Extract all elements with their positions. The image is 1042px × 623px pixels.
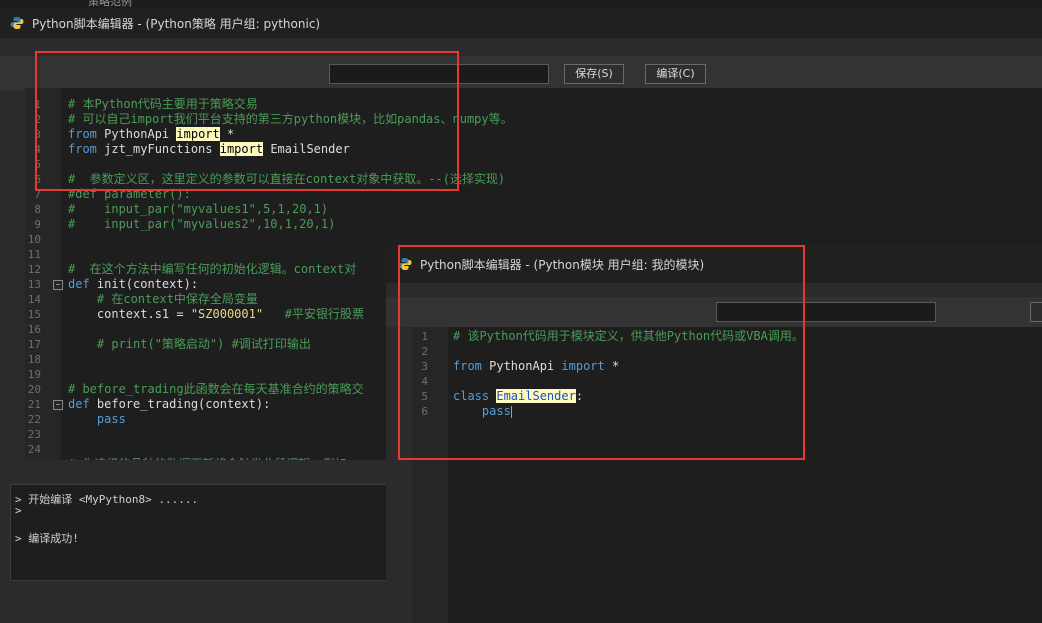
code-token: context.s1 =: [68, 307, 191, 321]
console-line: > 开始编译 <MyPython8> ......: [15, 493, 199, 506]
compile-output-console[interactable]: > 开始编译 <MyPython8> ...... > > 编译成功!: [10, 484, 388, 581]
module-save-button-partial[interactable]: [1030, 302, 1042, 322]
line-number: 20: [27, 383, 41, 396]
line-number: 24: [27, 443, 41, 456]
code-token: # print("策略启动") #调试打印输出: [68, 337, 311, 351]
code-token: pass: [68, 412, 126, 426]
code-token: #平安银行股票: [263, 307, 364, 321]
code-text: # 在这个方法中编写任何的初始化逻辑。context对: [68, 262, 356, 277]
code-text: pass: [68, 412, 126, 427]
annotation-box-module: [398, 245, 805, 460]
code-line: 8 # input_par("myvalues1",5,1,20,1): [25, 202, 1042, 217]
code-text: # print("策略启动") #调试打印输出: [68, 337, 311, 352]
python-icon: [10, 17, 24, 29]
line-number: 10: [27, 233, 41, 246]
line-number: 17: [27, 338, 41, 351]
code-token: before_trading(context):: [89, 397, 271, 411]
line-number: 25: [25, 457, 41, 460]
background-window-strip: 策略范例: [0, 0, 1042, 8]
code-token: # input_par("myvalues2",10,1,20,1): [68, 217, 336, 231]
fold-toggle-icon[interactable]: −: [53, 280, 63, 290]
save-button[interactable]: 保存(S): [564, 64, 624, 84]
code-token: # 你选择的品种的数据更新将会触发此段逻辑，例如: [68, 457, 346, 460]
code-token: def: [68, 397, 90, 411]
code-token: # 在这个方法中编写任何的初始化逻辑。context对: [68, 262, 357, 276]
line-number: 14: [27, 293, 41, 306]
background-label: 策略范例: [88, 0, 132, 8]
main-window-title: Python脚本编辑器 - (Python策略 用户组: pythonic): [32, 16, 321, 31]
code-text: context.s1 = "SZ000001" #平安银行股票: [68, 307, 364, 322]
line-number: 8: [34, 203, 41, 216]
code-text: # input_par("myvalues1",5,1,20,1): [68, 202, 328, 217]
line-number: 19: [27, 368, 41, 381]
annotation-box-main: [35, 51, 459, 191]
code-text: # input_par("myvalues2",10,1,20,1): [68, 217, 335, 232]
line-number: 15: [27, 308, 41, 321]
code-token: init(context):: [89, 277, 199, 291]
compile-button[interactable]: 编译(C): [645, 64, 706, 84]
code-text: def before_trading(context):: [68, 397, 270, 412]
code-text: # 你选择的品种的数据更新将会触发此段逻辑，例如: [68, 457, 346, 460]
code-text: # 在context中保存全局变量: [68, 292, 258, 307]
code-text: def init(context):: [68, 277, 198, 292]
line-number: 23: [27, 428, 41, 441]
code-token: # input_par("myvalues1",5,1,20,1): [68, 202, 329, 216]
code-token: "SZ000001": [190, 307, 264, 321]
line-number: 22: [27, 413, 41, 426]
code-line: 9 # input_par("myvalues2",10,1,20,1): [25, 217, 1042, 232]
fold-toggle-icon[interactable]: −: [53, 400, 63, 410]
console-line: > 编译成功!: [15, 532, 79, 545]
code-token: # 在context中保存全局变量: [68, 292, 258, 306]
code-token: def: [68, 277, 90, 291]
line-number: 11: [27, 248, 41, 261]
line-number: 13: [27, 278, 41, 291]
line-number: 16: [27, 323, 41, 336]
line-number: 9: [34, 218, 41, 231]
code-text: # before_trading此函数会在每天基准合约的策略交: [68, 382, 364, 397]
line-number: 12: [27, 263, 41, 276]
main-title-bar: Python脚本编辑器 - (Python策略 用户组: pythonic): [0, 8, 1042, 38]
console-line: >: [15, 504, 22, 517]
code-token: # before_trading此函数会在每天基准合约的策略交: [68, 382, 364, 396]
line-number: 18: [27, 353, 41, 366]
line-number: 21: [27, 398, 41, 411]
